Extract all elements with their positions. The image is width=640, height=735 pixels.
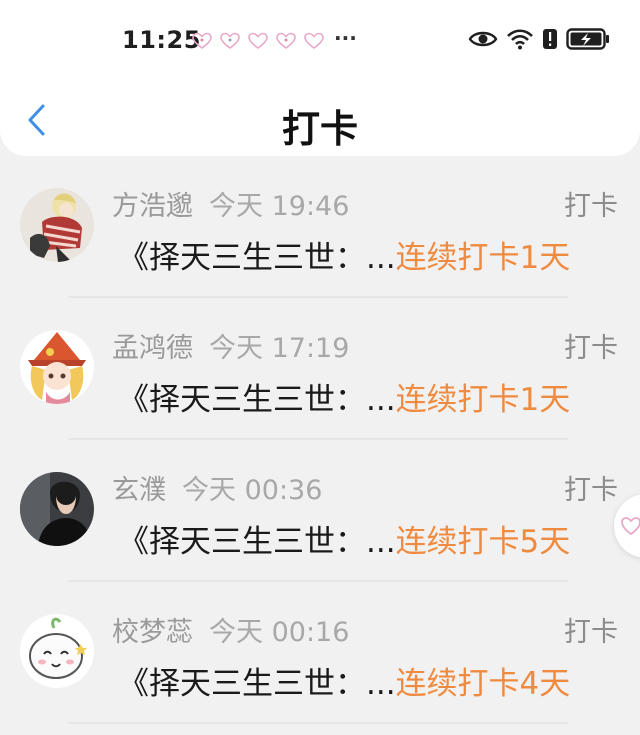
heart-icon (192, 32, 212, 49)
system-icons (468, 28, 610, 50)
eye-icon (468, 31, 498, 47)
divider (68, 722, 568, 724)
status-time: 11:25 (122, 26, 201, 54)
book-title: 《择天三生三世：... (118, 240, 396, 276)
heart-icon (276, 32, 296, 49)
user-name: 孟鸿德 (112, 333, 193, 364)
avatar[interactable] (20, 188, 94, 262)
photo-man-avatar-icon (20, 472, 94, 546)
avatar[interactable] (20, 330, 94, 404)
page-title: 打卡 (281, 107, 358, 151)
header: 11:25 ··· 打卡 (0, 0, 640, 156)
title-bar: 打卡 (0, 92, 640, 156)
alert-icon (543, 29, 557, 49)
record-type-label: 打卡 (564, 475, 618, 506)
user-name: 玄濮 (112, 475, 166, 506)
user-meta: 方浩邈 今天 19:46 (112, 184, 349, 223)
list-item[interactable]: 方浩邈 今天 19:46 打卡 《择天三生三世：... 连续打卡1天 (0, 156, 640, 298)
book-title: 《择天三生三世：... (118, 666, 396, 702)
avatar[interactable] (20, 472, 94, 546)
cute-bun-avatar-icon (20, 614, 94, 688)
notification-icons (192, 32, 324, 50)
list-item[interactable]: 玄濮 今天 00:36 打卡 《择天三生三世：... 连续打卡5天 (0, 440, 640, 582)
heart-icon (220, 32, 240, 49)
anime-boy-avatar-icon (20, 188, 94, 262)
record-type-label: 打卡 (564, 617, 618, 648)
book-title: 《择天三生三世：... (118, 382, 396, 418)
heart-icon (621, 517, 640, 536)
record-content: 《择天三生三世：... 连续打卡5天 (118, 516, 622, 561)
record-content: 《择天三生三世：... 连续打卡1天 (118, 232, 622, 277)
streak-label: 连续打卡5天 (395, 524, 571, 560)
list-item[interactable]: 孟鸿德 今天 17:19 打卡 《择天三生三世：... 连续打卡1天 (0, 298, 640, 440)
wifi-icon (507, 29, 533, 50)
streak-label: 连续打卡1天 (395, 382, 571, 418)
user-name: 校梦蕊 (112, 617, 193, 648)
record-content: 《择天三生三世：... 连续打卡4天 (118, 658, 622, 703)
book-title: 《择天三生三世：... (118, 524, 396, 560)
user-meta: 校梦蕊 今天 00:16 (112, 610, 349, 649)
witch-girl-avatar-icon (20, 330, 94, 404)
record-time: 今天 00:16 (209, 617, 350, 648)
battery-charging-icon (566, 28, 609, 50)
avatar[interactable] (20, 614, 94, 688)
record-type-label: 打卡 (564, 333, 618, 364)
record-time: 今天 17:19 (209, 333, 350, 364)
record-type-label: 打卡 (564, 191, 618, 222)
streak-label: 连续打卡1天 (395, 240, 571, 276)
list-item[interactable]: 校梦蕊 今天 00:16 打卡 《择天三生三世：... 连续打卡4天 (0, 582, 640, 724)
user-name: 方浩邈 (112, 191, 193, 222)
record-time: 今天 19:46 (209, 191, 350, 222)
heart-icon (248, 32, 268, 49)
record-content: 《择天三生三世：... 连续打卡1天 (118, 374, 622, 419)
user-meta: 玄濮 今天 00:36 (112, 468, 322, 507)
status-bar: 11:25 ··· (0, 20, 640, 64)
streak-label: 连续打卡4天 (395, 666, 571, 702)
record-time: 今天 00:36 (182, 475, 323, 506)
heart-icon (304, 32, 324, 49)
more-notifications-icon: ··· (334, 26, 357, 50)
user-meta: 孟鸿德 今天 17:19 (112, 326, 349, 365)
